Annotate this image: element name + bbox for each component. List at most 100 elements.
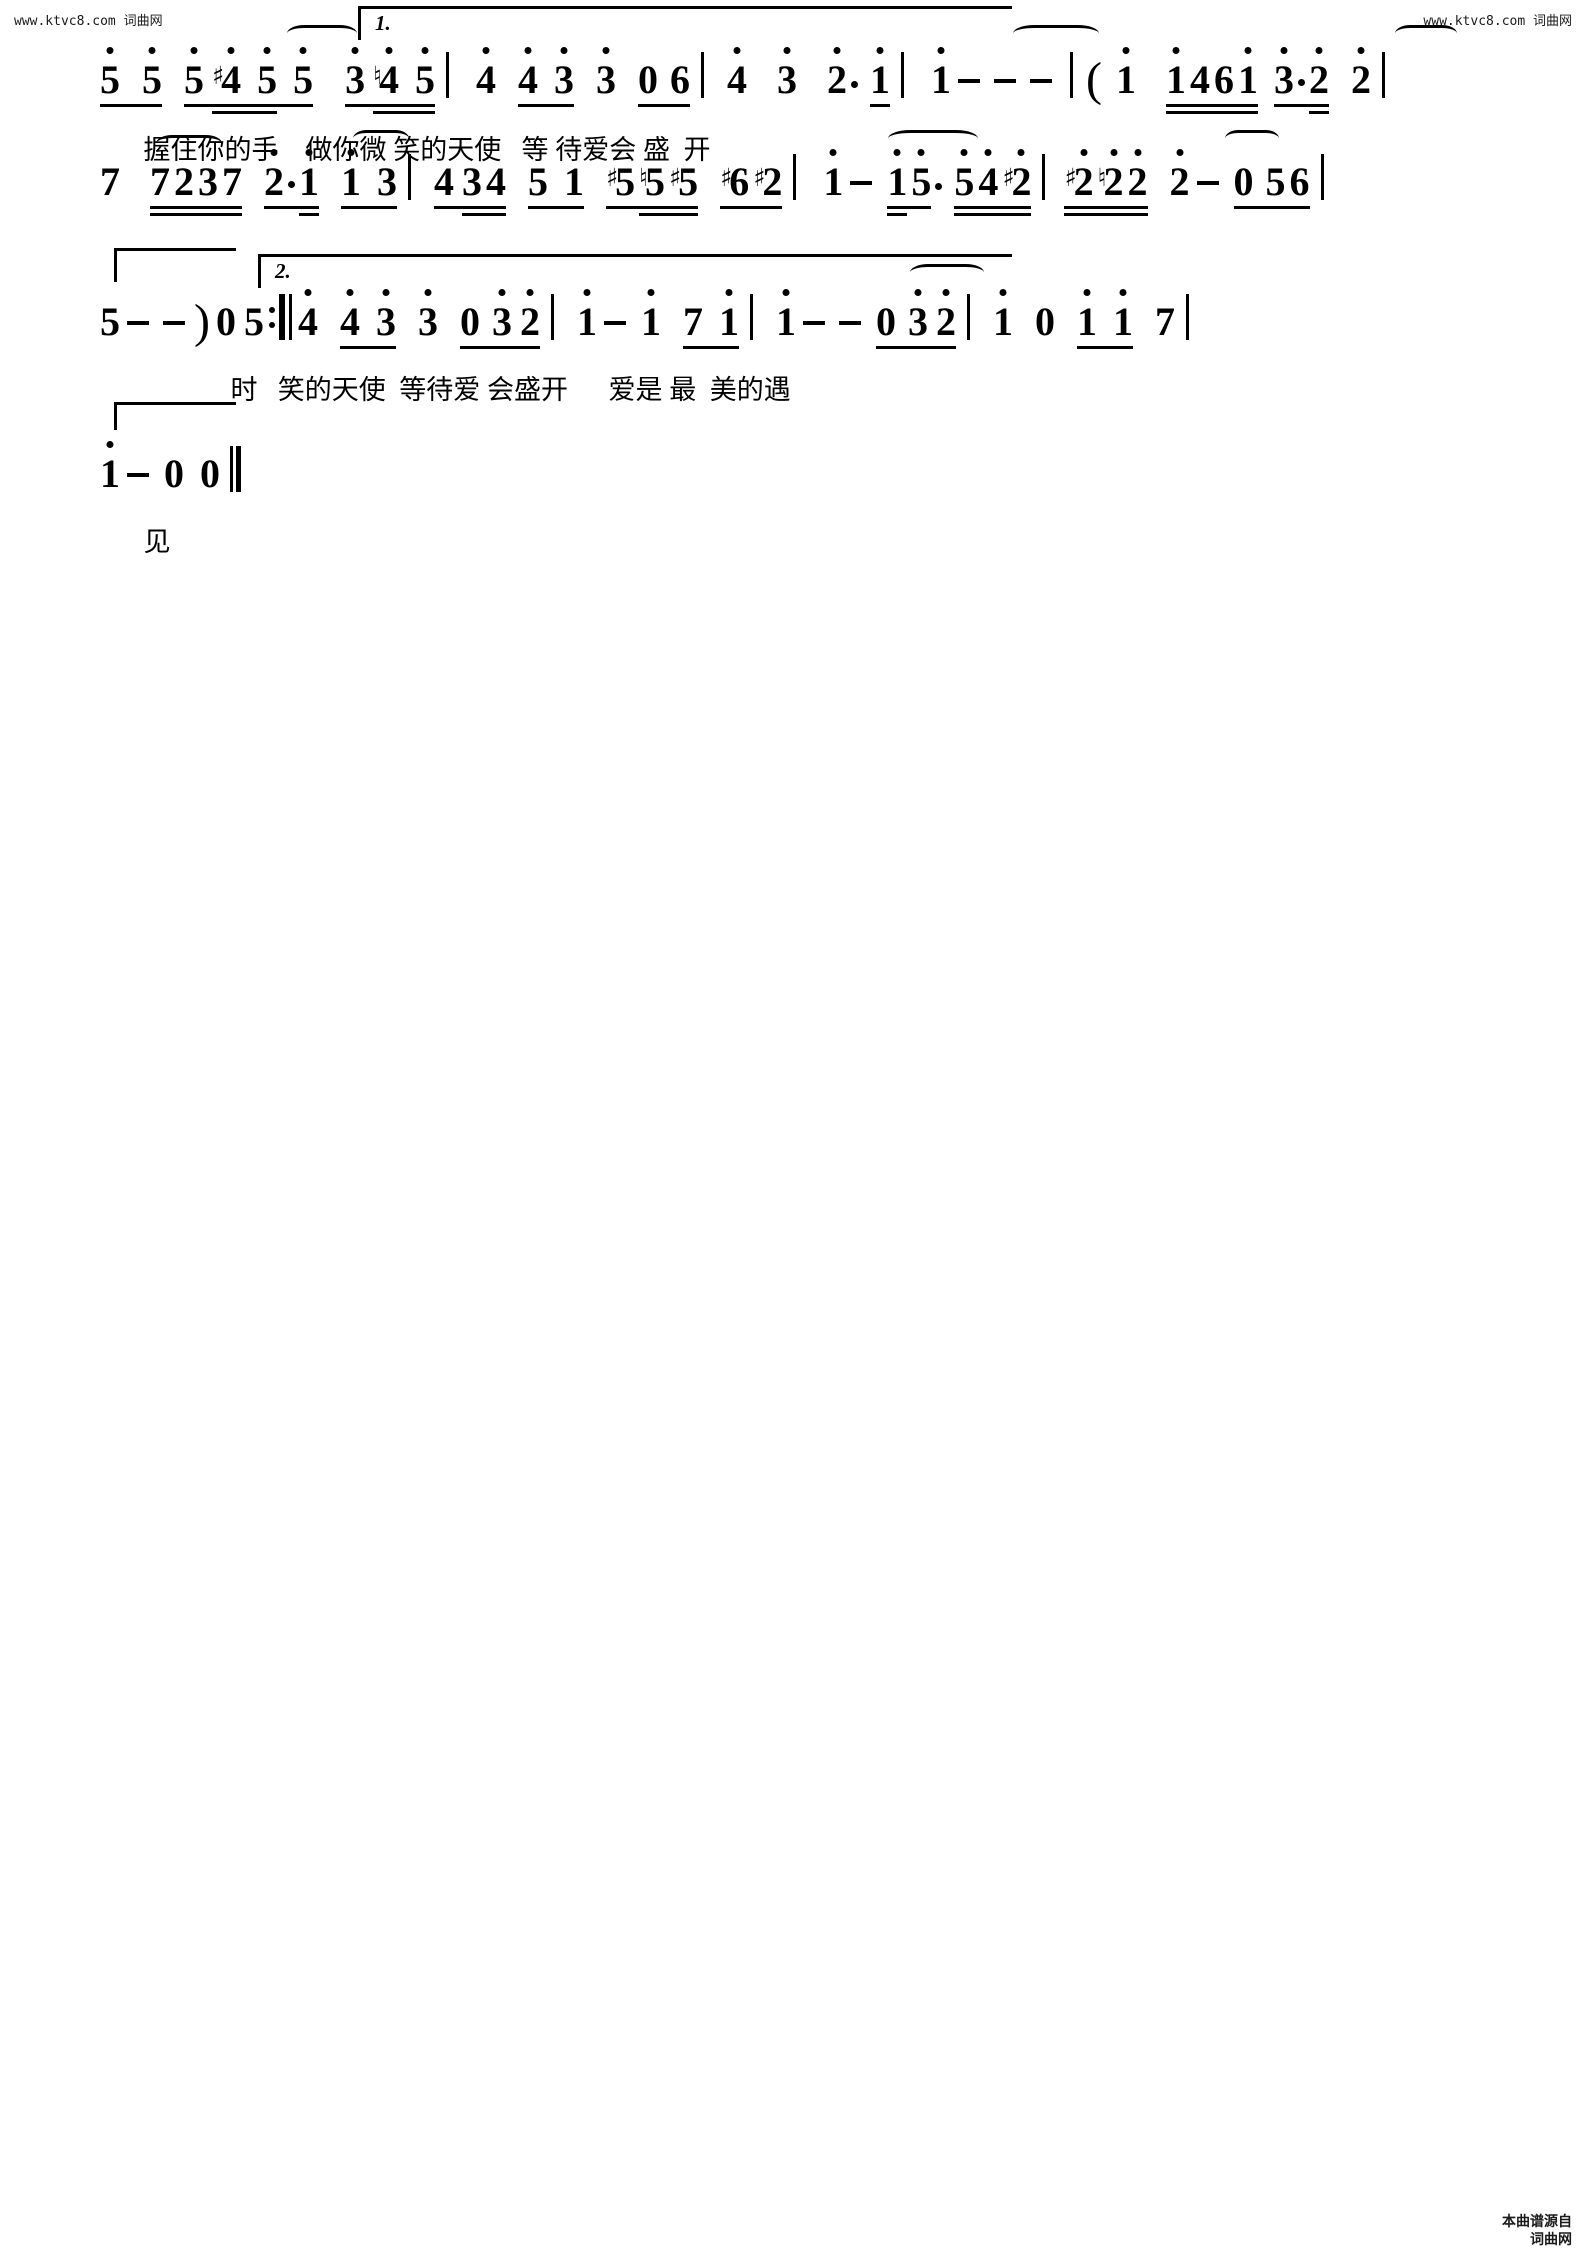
note-3: 3 <box>596 47 616 100</box>
beam-group: 4 3 4 <box>434 159 506 216</box>
note-1-high: 1 <box>100 441 120 494</box>
duration-dot <box>935 183 943 190</box>
note-3: 3 <box>345 47 365 100</box>
note-row-1: 5 5 5 ♯4 5 5 3 ♮4 5 4 4 3 3 0 6 4 3 2 1 … <box>100 40 1396 114</box>
note-4: 4 <box>1190 57 1211 102</box>
note-4: 4 <box>727 47 747 100</box>
barline <box>1382 52 1386 98</box>
duration-dash <box>802 321 825 325</box>
beam-group: 4 3 <box>339 289 396 349</box>
beam-subgroup: 2 <box>1309 47 1330 114</box>
volta-bracket-1: 1. <box>358 6 1012 40</box>
duration-dash <box>163 321 185 325</box>
note-2: 2 <box>1128 149 1148 202</box>
note-4: 4 <box>518 47 538 100</box>
beam-group: 4 3 <box>518 47 575 107</box>
note-3: 3 <box>554 47 574 100</box>
beam-subgroup: ♮4 5 <box>373 47 436 114</box>
note-5: 5 <box>1265 159 1286 204</box>
close-paren: ) <box>194 295 210 348</box>
note-4: 4 <box>978 149 998 202</box>
note-2: 2 <box>174 159 194 204</box>
watermark-bottom-right-source: 本曲谱源自 <box>1502 2213 1572 2229</box>
music-system-1: 1. 5 5 5 ♯4 5 5 3 ♮4 5 4 4 3 3 0 6 4 3 2… <box>0 0 1586 164</box>
note-5: 5 <box>911 149 931 202</box>
barline <box>408 154 411 200</box>
note-sharp-5: ♯5 <box>606 159 636 204</box>
duration-dash <box>958 79 981 83</box>
note-row-4: 1 0 0 <box>100 434 249 494</box>
barline <box>1185 294 1189 340</box>
music-system-2: 7 7 2 3 7 2 1 1 3 4 3 4 5 1 ♯5 ♮5 ♯5 ♯6 … <box>0 130 1586 250</box>
note-2: 2 <box>1309 47 1329 100</box>
beam-group: 3 ♮4 5 <box>345 47 436 114</box>
note-5: 5 <box>293 47 313 100</box>
slur <box>1395 25 1457 42</box>
note-3: 3 <box>1274 47 1294 100</box>
beam-group: ♯5 ♮5 ♯5 <box>606 158 699 216</box>
note-6: 6 <box>670 57 691 102</box>
beam-group: 1 5 <box>887 149 932 216</box>
duration-dash <box>994 79 1017 83</box>
note-2: 2 <box>520 289 540 342</box>
volta-bracket-2 <box>114 248 236 282</box>
beam-subgroup: ♮5 ♯5 <box>639 158 699 216</box>
note-7: 7 <box>150 159 170 204</box>
note-sharp-2: ♯2 <box>1002 149 1031 202</box>
duration-dash <box>1030 79 1053 83</box>
note-natural-2: ♮2 <box>1098 149 1124 202</box>
beam-group: 5 ♯4 5 5 <box>184 47 314 114</box>
duration-dash <box>603 321 626 325</box>
note-5: 5 <box>184 47 204 100</box>
note-1-high: 1 <box>1238 47 1258 100</box>
music-system-4: 1 0 0 见 <box>0 390 1586 556</box>
note-3: 3 <box>908 289 928 342</box>
note-5: 5 <box>257 47 277 100</box>
rest-0: 0 <box>875 299 896 344</box>
beam-group: 0 6 <box>638 57 691 107</box>
music-score: 1. 5 5 5 ♯4 5 5 3 ♮4 5 4 4 3 3 0 6 4 3 2… <box>0 0 1586 556</box>
beam-group: ♯6 ♯2 <box>720 158 783 209</box>
note-5: 5 <box>415 47 435 100</box>
note-2: 2 <box>1351 47 1371 100</box>
note-3: 3 <box>376 289 396 342</box>
note-sharp-2: ♯2 <box>753 159 783 204</box>
beam-group: 5 4 ♯2 <box>954 149 1032 216</box>
beam-group: ♯2 ♮2 2 <box>1064 149 1148 216</box>
beam-group: 5 5 <box>100 47 162 107</box>
note-3: 3 <box>777 47 797 100</box>
note-1-high: 1 <box>1113 289 1133 342</box>
note-4: 4 <box>298 289 318 342</box>
note-1: 1 <box>564 159 584 204</box>
note-1-high: 1 <box>1116 47 1136 100</box>
note-2: 2 <box>1170 149 1190 202</box>
note-6: 6 <box>1289 159 1310 204</box>
beam-group: 0 3 2 <box>875 289 956 349</box>
duration-dot <box>288 181 295 188</box>
barline <box>966 294 970 340</box>
note-3: 3 <box>198 159 218 204</box>
beam-group: 7 1 <box>682 289 739 349</box>
note-4: 4 <box>434 159 454 204</box>
note-5: 5 <box>954 149 974 202</box>
note-row-2: 7 7 2 3 7 2 1 1 3 4 3 4 5 1 ♯5 ♮5 ♯5 ♯6 … <box>100 142 1335 216</box>
watermark-bottom-right-site: 词曲网 <box>1530 2231 1572 2247</box>
beam-subgroup: 1 <box>299 149 319 216</box>
beam-group: 1 3 <box>341 149 397 209</box>
note-1-high: 1 <box>870 47 890 100</box>
note-1-high: 1 <box>931 47 951 100</box>
note-1-high: 1 <box>719 289 739 342</box>
beam-group: 1 4 6 1 <box>1166 47 1259 114</box>
beam-subgroup: ♯4 5 <box>212 47 278 114</box>
duration-dot <box>851 81 859 88</box>
note-5: 5 <box>243 299 264 344</box>
note-sharp-6: ♯6 <box>720 159 750 204</box>
volta-number-1: 1. <box>375 11 391 35</box>
music-system-3: 2. 5 ) 0 5 4 4 3 3 0 3 2 1 1 7 1 1 0 3 2… <box>0 248 1586 404</box>
note-5: 5 <box>142 47 162 100</box>
open-paren: ( <box>1086 53 1103 106</box>
duration-dash <box>1196 181 1219 185</box>
duration-dash <box>127 321 149 325</box>
barline <box>550 294 554 340</box>
barline <box>1070 52 1074 98</box>
